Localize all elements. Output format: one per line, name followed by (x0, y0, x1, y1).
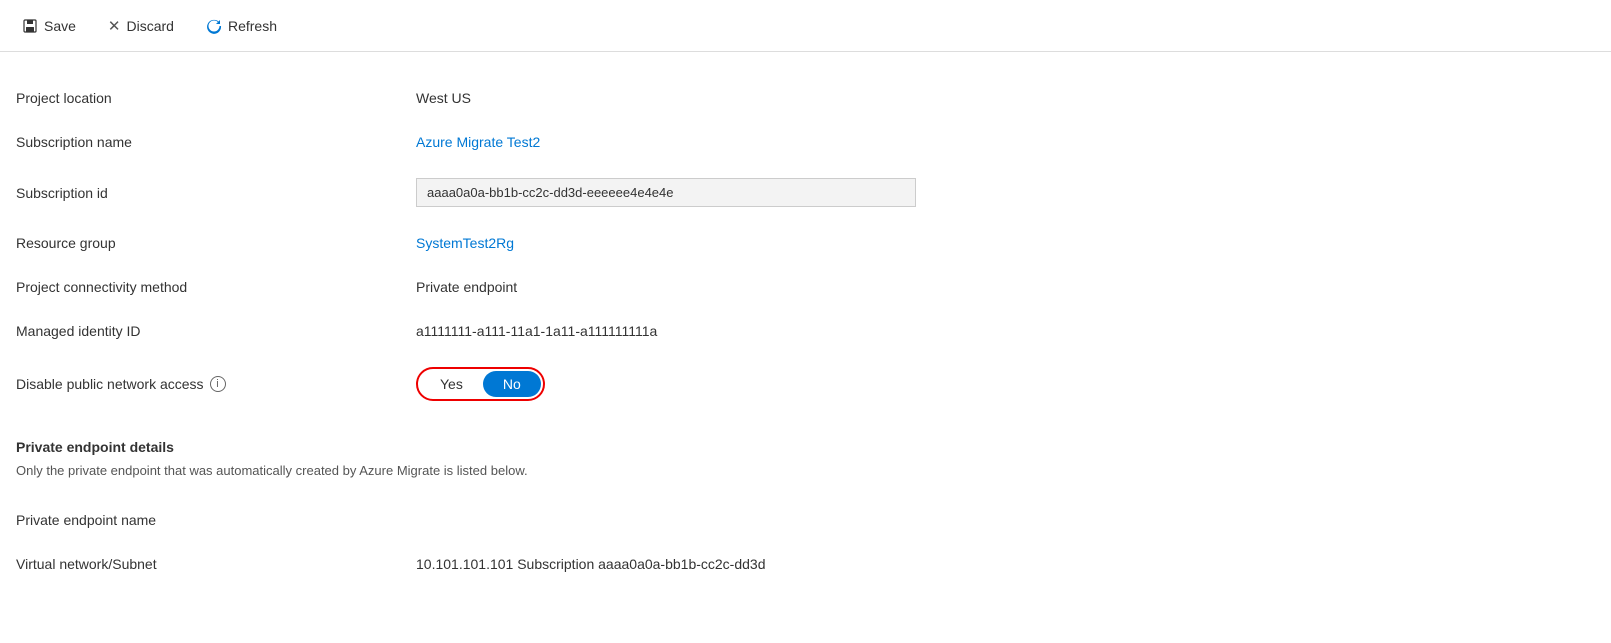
resource-group-label: Resource group (16, 221, 416, 265)
project-location-value: West US (416, 76, 1595, 120)
properties-grid: Project location West US Subscription na… (16, 76, 1595, 586)
connectivity-method-value: Private endpoint (416, 265, 1595, 309)
virtual-network-label: Virtual network/Subnet (16, 542, 416, 586)
private-endpoint-section: Private endpoint details (16, 415, 416, 463)
private-endpoint-section-spacer (416, 415, 1595, 463)
private-endpoint-title: Private endpoint details (16, 439, 416, 455)
toggle-yes-button[interactable]: Yes (420, 371, 483, 397)
discard-label: Discard (127, 18, 174, 34)
info-icon[interactable]: i (210, 376, 226, 392)
resource-group-value[interactable]: SystemTest2Rg (416, 221, 1595, 265)
private-endpoint-desc: Only the private endpoint that was autom… (16, 463, 1595, 478)
save-icon (22, 18, 38, 34)
private-endpoint-desc-row: Only the private endpoint that was autom… (16, 463, 1595, 498)
subscription-name-value[interactable]: Azure Migrate Test2 (416, 120, 1595, 164)
private-endpoint-name-value (416, 498, 1595, 542)
toggle-group: Yes No (416, 367, 545, 401)
virtual-network-value: 10.101.101.101 Subscription aaaa0a0a-bb1… (416, 542, 1595, 586)
subscription-id-label: Subscription id (16, 164, 416, 221)
discard-button[interactable]: ✕ Discard (102, 13, 180, 39)
toolbar: Save ✕ Discard Refresh (0, 0, 1611, 52)
subscription-id-value: aaaa0a0a-bb1b-cc2c-dd3d-eeeeee4e4e4e (416, 164, 1595, 221)
project-location-label: Project location (16, 76, 416, 120)
refresh-icon (206, 18, 222, 34)
refresh-label: Refresh (228, 18, 277, 34)
main-content: Project location West US Subscription na… (0, 52, 1611, 610)
save-button[interactable]: Save (16, 14, 82, 38)
subscription-id-box: aaaa0a0a-bb1b-cc2c-dd3d-eeeeee4e4e4e (416, 178, 916, 207)
disable-public-toggle: Yes No (416, 353, 1595, 415)
refresh-button[interactable]: Refresh (200, 14, 283, 38)
managed-identity-value: a1111111-a111-11a1-1a11-a111111111a (416, 309, 1595, 353)
managed-identity-label: Managed identity ID (16, 309, 416, 353)
disable-public-label: Disable public network access i (16, 353, 416, 415)
subscription-name-label: Subscription name (16, 120, 416, 164)
connectivity-method-label: Project connectivity method (16, 265, 416, 309)
save-label: Save (44, 18, 76, 34)
discard-icon: ✕ (108, 17, 121, 35)
toggle-no-button[interactable]: No (483, 371, 541, 397)
private-endpoint-name-label: Private endpoint name (16, 498, 416, 542)
